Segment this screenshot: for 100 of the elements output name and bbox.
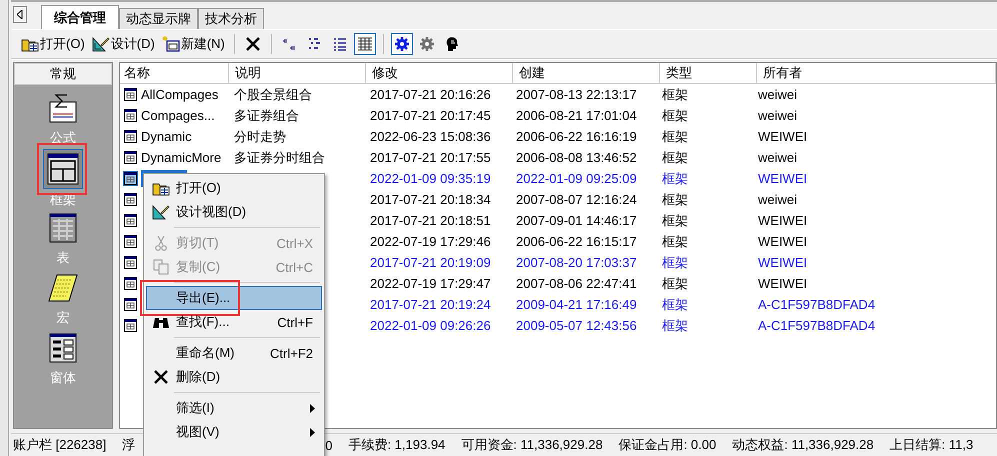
form-icon — [124, 298, 137, 311]
table-cell: weiwei — [758, 150, 798, 165]
table-cell: Dynamic — [141, 129, 192, 144]
status-text: 浮 — [122, 436, 136, 454]
large-icons-icon — [282, 37, 297, 51]
form-icon — [124, 151, 137, 164]
table-cell: 2007-08-13 22:13:17 — [516, 87, 637, 102]
tab[interactable]: 综合管理 — [41, 5, 119, 29]
form-icon — [124, 319, 137, 332]
form-icon — [124, 256, 137, 269]
table-cell: 2017-07-21 20:18:51 — [370, 213, 491, 228]
delete-icon — [246, 37, 260, 51]
column-header[interactable]: 所有者 — [757, 63, 996, 83]
table-cell: 2007-08-20 17:03:37 — [516, 255, 637, 270]
column-header[interactable]: 创建 — [513, 63, 660, 83]
table-cell: 框架 — [662, 106, 688, 124]
table-cell: A-C1F597B8DFAD4 — [758, 318, 876, 333]
view-button[interactable] — [354, 33, 376, 55]
menu-item[interactable]: 设计视图(D) — [146, 200, 322, 224]
table-cell: 2017-07-21 20:19:24 — [370, 297, 491, 312]
table-cell: 框架 — [662, 316, 688, 334]
table-cell: 框架 — [662, 86, 688, 104]
form-icon — [124, 109, 137, 122]
table-cell: 分时走势 — [234, 128, 286, 146]
head-icon — [444, 36, 459, 52]
menu-item[interactable]: 导出(E)... — [146, 286, 322, 310]
form-icon — [124, 193, 137, 206]
table-cell: WEIWEI — [758, 213, 808, 228]
table-cell: 框架 — [662, 274, 688, 292]
table-cell: 2017-07-21 20:16:26 — [370, 87, 491, 102]
list-icon — [332, 37, 347, 51]
toolbar-button[interactable]: 设计(D) — [90, 34, 157, 54]
frame-layout-icon — [43, 149, 83, 189]
table-cell: 2009-05-07 12:43:56 — [516, 318, 637, 333]
table-cell: 框架 — [662, 190, 688, 208]
table-cell: 2009-04-21 17:16:49 — [516, 297, 637, 312]
table-cell: WEIWEI — [758, 255, 808, 270]
table-cell: 2017-07-21 20:17:55 — [370, 150, 491, 165]
status-text: 上日结算: 11,3 — [890, 436, 974, 454]
table-cell: 多证券组合 — [234, 106, 299, 124]
delete-icon — [154, 370, 168, 384]
gear-button[interactable] — [390, 33, 413, 55]
tab[interactable]: 技术分析 — [198, 8, 264, 29]
menu-item[interactable]: 筛选(I) — [146, 396, 322, 420]
tab[interactable]: 动态显示牌 — [119, 8, 198, 29]
table-cell: 2022-01-09 09:35:19 — [370, 171, 491, 186]
menu-item[interactable]: 视图(V) — [146, 420, 322, 444]
table-cell: 框架 — [662, 254, 688, 272]
table-cell: 2007-08-07 12:16:24 — [516, 192, 637, 207]
table-cell: weiwei — [758, 108, 798, 123]
column-header[interactable]: 说明 — [229, 63, 366, 83]
table-cell: 2022-01-09 09:26:26 — [370, 318, 491, 333]
table-cell: 2006-08-21 17:01:04 — [516, 108, 637, 123]
table-cell: WEIWEI — [758, 171, 808, 186]
table-cell: WEIWEI — [758, 276, 808, 291]
status-text: 0 — [325, 438, 332, 452]
menu-item[interactable]: 删除(D) — [146, 365, 322, 389]
table-cell: A-C1F597B8DFAD4 — [758, 297, 876, 312]
status-text: 动态权益: 11,336,929.28 — [732, 436, 874, 454]
category-header[interactable]: 常规 — [14, 63, 112, 85]
table-cell: AllCompages — [141, 87, 218, 102]
table-cell: 个股全景组合 — [234, 86, 312, 104]
triangle-ruler-icon — [92, 36, 110, 52]
form-icon — [124, 214, 137, 227]
scroll-left-button[interactable] — [13, 6, 27, 23]
status-text: 保证金占用: 0.00 — [618, 436, 716, 454]
table-cell: 框架 — [662, 296, 688, 314]
menu-item[interactable]: 查找(F)... Ctrl+F — [146, 310, 322, 334]
table-cell: 2022-07-19 17:29:46 — [370, 234, 491, 249]
column-header[interactable]: 修改 — [366, 63, 513, 83]
table-cell: DynamicMore — [141, 150, 222, 165]
submenu-arrow-icon — [310, 428, 315, 436]
table-cell: 2006-06-22 16:16:19 — [516, 129, 637, 144]
submenu-arrow-icon — [310, 404, 315, 412]
table-cell: 2022-07-19 17:29:47 — [370, 276, 491, 291]
column-header[interactable]: 类型 — [660, 63, 757, 83]
form-icon — [124, 277, 137, 290]
menu-item[interactable]: 打开(O) — [146, 176, 322, 200]
table-cell: 框架 — [662, 128, 688, 146]
table-cell: 框架 — [662, 212, 688, 230]
triangle-ruler-icon — [152, 204, 170, 220]
table-cell: WEIWEI — [758, 129, 808, 144]
column-header[interactable]: 名称 — [120, 63, 229, 83]
form-icon — [124, 235, 137, 248]
form-icon — [124, 130, 137, 143]
form-icon — [124, 172, 137, 185]
table-cell: 多证券分时组合 — [234, 148, 325, 166]
toolbar-button[interactable]: 打开(O) — [19, 34, 87, 54]
table-cell: WEIWEI — [758, 234, 808, 249]
form-icon — [124, 88, 137, 101]
table-cell: 2017-07-21 20:17:45 — [370, 108, 491, 123]
binoculars-icon — [152, 315, 170, 329]
table-cell: 框架 — [662, 170, 688, 188]
status-text: 可用资金: 11,336,929.28 — [461, 436, 603, 454]
table-cell: 2006-08-08 13:46:52 — [516, 150, 637, 165]
toolbar-button[interactable]: 新建(N) — [160, 34, 227, 54]
table-cell: weiwei — [758, 192, 798, 207]
table-cell: 2022-01-09 09:25:09 — [516, 171, 637, 186]
table-cell: weiwei — [758, 87, 798, 102]
menu-item[interactable]: 重命名(M) Ctrl+F2 — [146, 341, 322, 365]
